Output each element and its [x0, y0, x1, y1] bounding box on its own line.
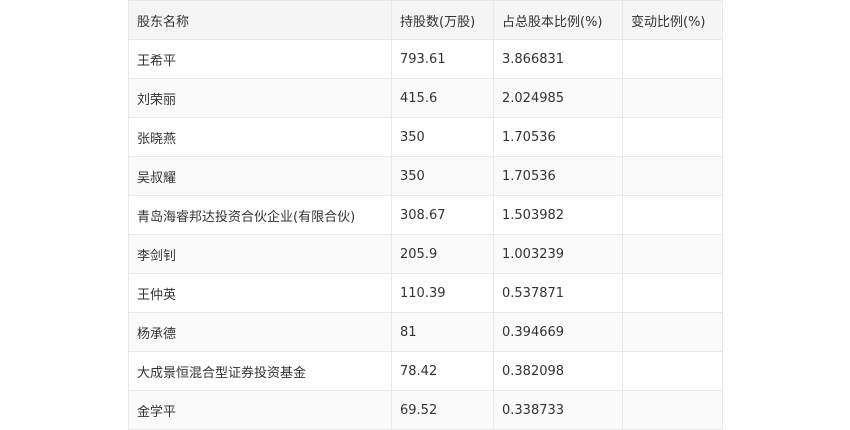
cell-change-ratio [622, 312, 723, 352]
table-header-row: 股东名称 持股数(万股) 占总股本比例(%) 变动比例(%) [128, 0, 723, 40]
cell-shares-held: 81 [391, 312, 494, 352]
header-share-ratio: 占总股本比例(%) [493, 0, 623, 40]
cell-change-ratio [622, 195, 723, 235]
cell-shareholder-name: 杨承德 [128, 312, 392, 352]
cell-shares-held: 350 [391, 117, 494, 157]
shareholder-table: 股东名称 持股数(万股) 占总股本比例(%) 变动比例(%) 王希平 793.6… [128, 0, 723, 430]
cell-change-ratio [622, 273, 723, 313]
header-shares-held: 持股数(万股) [391, 0, 494, 40]
cell-shares-held: 308.67 [391, 195, 494, 235]
cell-change-ratio [622, 351, 723, 391]
table-row: 王仲英 110.39 0.537871 [128, 273, 723, 313]
cell-shares-held: 110.39 [391, 273, 494, 313]
table-row: 刘荣丽 415.6 2.024985 [128, 78, 723, 118]
cell-shareholder-name: 张晓燕 [128, 117, 392, 157]
cell-change-ratio [622, 234, 723, 274]
table-row: 大成景恒混合型证券投资基金 78.42 0.382098 [128, 351, 723, 391]
cell-shareholder-name: 王希平 [128, 39, 392, 79]
cell-share-ratio: 1.70536 [493, 156, 623, 196]
cell-change-ratio [622, 78, 723, 118]
table-row: 金学平 69.52 0.338733 [128, 390, 723, 430]
cell-shares-held: 415.6 [391, 78, 494, 118]
cell-share-ratio: 1.503982 [493, 195, 623, 235]
cell-shareholder-name: 李剑钊 [128, 234, 392, 274]
shareholder-table-container: 股东名称 持股数(万股) 占总股本比例(%) 变动比例(%) 王希平 793.6… [128, 0, 723, 430]
cell-share-ratio: 1.70536 [493, 117, 623, 157]
cell-shares-held: 69.52 [391, 390, 494, 430]
cell-shares-held: 350 [391, 156, 494, 196]
cell-shares-held: 78.42 [391, 351, 494, 391]
cell-change-ratio [622, 390, 723, 430]
cell-share-ratio: 0.394669 [493, 312, 623, 352]
cell-shares-held: 205.9 [391, 234, 494, 274]
table-row: 李剑钊 205.9 1.003239 [128, 234, 723, 274]
table-row: 张晓燕 350 1.70536 [128, 117, 723, 157]
cell-share-ratio: 3.866831 [493, 39, 623, 79]
header-change-ratio: 变动比例(%) [622, 0, 723, 40]
cell-shareholder-name: 王仲英 [128, 273, 392, 313]
cell-shareholder-name: 金学平 [128, 390, 392, 430]
table-row: 王希平 793.61 3.866831 [128, 39, 723, 79]
cell-change-ratio [622, 39, 723, 79]
cell-change-ratio [622, 156, 723, 196]
cell-change-ratio [622, 117, 723, 157]
cell-share-ratio: 0.382098 [493, 351, 623, 391]
cell-share-ratio: 0.338733 [493, 390, 623, 430]
header-shareholder-name: 股东名称 [128, 0, 392, 40]
cell-shareholder-name: 大成景恒混合型证券投资基金 [128, 351, 392, 391]
table-row: 青岛海睿邦达投资合伙企业(有限合伙) 308.67 1.503982 [128, 195, 723, 235]
cell-shareholder-name: 吴叔耀 [128, 156, 392, 196]
cell-shares-held: 793.61 [391, 39, 494, 79]
cell-shareholder-name: 刘荣丽 [128, 78, 392, 118]
table-row: 吴叔耀 350 1.70536 [128, 156, 723, 196]
table-row: 杨承德 81 0.394669 [128, 312, 723, 352]
cell-share-ratio: 1.003239 [493, 234, 623, 274]
cell-share-ratio: 2.024985 [493, 78, 623, 118]
cell-share-ratio: 0.537871 [493, 273, 623, 313]
cell-shareholder-name: 青岛海睿邦达投资合伙企业(有限合伙) [128, 195, 392, 235]
